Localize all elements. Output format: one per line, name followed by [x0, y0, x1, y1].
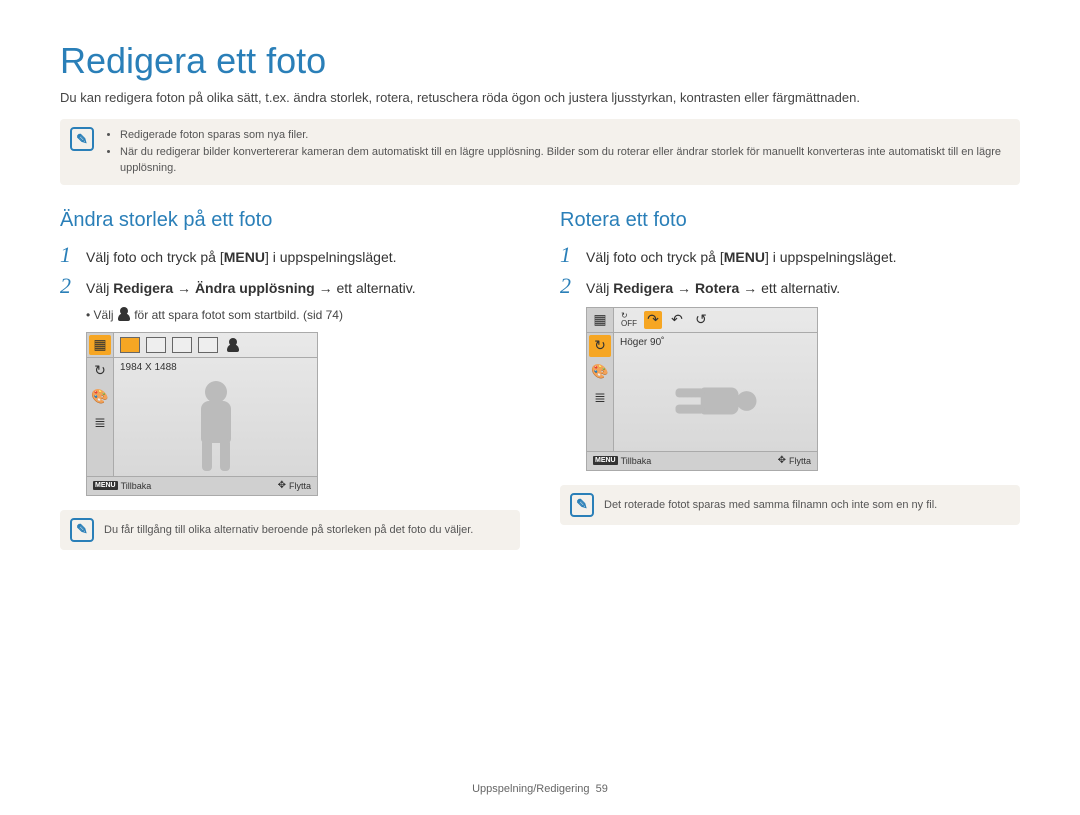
page-title: Redigera ett foto — [60, 40, 1020, 82]
move-label: Flytta — [289, 481, 311, 491]
step-bold: Rotera — [695, 280, 739, 296]
side-tab-color-icon: 🎨 — [589, 361, 611, 383]
section-heading-resize: Ändra storlek på ett foto — [60, 209, 520, 232]
step-text: Välj foto och tryck på [ — [586, 249, 724, 265]
step-bold: Redigera — [113, 280, 173, 296]
step-number: 1 — [560, 244, 578, 266]
step-arrow: → — [673, 280, 695, 296]
top-note-box: ✎ Redigerade foton sparas som nya filer.… — [60, 119, 1020, 185]
substep: Välj för att spara fotot som startbild. … — [86, 307, 520, 322]
camera-screen-resize: ▦ ↻ 🎨 ≣ — [86, 332, 318, 496]
move-label: Flytta — [789, 456, 811, 466]
bottom-note-resize: ✎ Du får tillgång till olika alternativ … — [60, 510, 520, 550]
step-bold: Redigera — [613, 280, 673, 296]
side-tab-color-icon: 🎨 — [89, 386, 111, 408]
thumbnail-option — [120, 337, 140, 353]
step-number: 1 — [60, 244, 78, 266]
rotate-left-icon: ↶ — [668, 311, 686, 329]
silhouette-rotated-icon — [675, 374, 756, 428]
side-tab-resize-icon: ▦ — [89, 335, 111, 355]
rotation-label: Höger 90˚ — [614, 333, 817, 352]
top-note-list: Redigerade foton sparas som nya filer. N… — [104, 127, 1010, 177]
note-text: Du får tillgång till olika alternativ be… — [104, 524, 473, 536]
top-note-item: Redigerade foton sparas som nya filer. — [120, 127, 1010, 144]
substep-text: för att spara fotot som startbild. (sid … — [131, 308, 343, 322]
step-2: 2 Välj Redigera → Rotera → ett alternati… — [560, 275, 1020, 299]
step-text: → ett alternativ. — [315, 280, 416, 296]
resolution-label: 1984 X 1488 — [114, 358, 317, 377]
menu-badge-icon: MENU — [93, 481, 118, 490]
thumbnail-option — [172, 337, 192, 353]
footer-page-number: 59 — [596, 783, 608, 795]
resolution-toolbar — [114, 333, 317, 357]
step-text: ] i uppspelningsläget. — [265, 249, 397, 265]
step-number: 2 — [560, 275, 578, 297]
side-tab-adjust-icon: ≣ — [589, 387, 611, 409]
rotate-right-icon: ↷ — [644, 311, 662, 329]
note-text: Det roterade fotot sparas med samma filn… — [604, 499, 937, 511]
step-arrow: → — [173, 280, 195, 296]
person-icon — [226, 338, 240, 352]
move-icon: ✥ — [278, 480, 286, 491]
note-icon: ✎ — [70, 518, 94, 542]
silhouette-icon — [186, 381, 246, 471]
column-rotate: Rotera ett foto 1 Välj foto och tryck på… — [560, 209, 1020, 550]
step-text: Välj — [586, 280, 613, 296]
menu-key: MENU — [224, 249, 265, 265]
preview-area — [614, 352, 817, 451]
step-text: → ett alternativ. — [739, 280, 840, 296]
person-icon — [117, 307, 131, 321]
side-tab-resize-icon: ▦ — [589, 310, 611, 330]
thumbnail-option — [146, 337, 166, 353]
page-intro: Du kan redigera foton på olika sätt, t.e… — [60, 90, 1020, 105]
move-icon: ✥ — [778, 455, 786, 466]
rotate-off-icon: ↻OFF — [620, 311, 638, 329]
step-2: 2 Välj Redigera → Ändra upplösning → ett… — [60, 275, 520, 299]
note-icon: ✎ — [70, 127, 94, 151]
back-label: Tillbaka — [621, 456, 652, 466]
step-text: Välj — [86, 280, 113, 296]
rotate-180-icon: ↺ — [692, 311, 710, 329]
preview-area — [114, 377, 317, 476]
top-note-item: När du redigerar bilder konvertererar ka… — [120, 144, 1010, 177]
section-heading-rotate: Rotera ett foto — [560, 209, 1020, 232]
side-tab-rotate-icon: ↻ — [89, 360, 111, 382]
menu-key: MENU — [724, 249, 765, 265]
substep-text: Välj — [94, 308, 117, 322]
back-label: Tillbaka — [121, 481, 152, 491]
rotate-toolbar: ↻OFF ↷ ↶ ↺ — [614, 308, 817, 332]
thumbnail-option — [198, 337, 218, 353]
step-1: 1 Välj foto och tryck på [MENU] i uppspe… — [560, 244, 1020, 268]
step-1: 1 Välj foto och tryck på [MENU] i uppspe… — [60, 244, 520, 268]
side-tab-rotate-icon: ↻ — [589, 335, 611, 357]
page-footer: Uppspelning/Redigering 59 — [0, 783, 1080, 795]
menu-badge-icon: MENU — [593, 456, 618, 465]
footer-section: Uppspelning/Redigering — [472, 783, 589, 795]
step-bold: Ändra upplösning — [195, 280, 315, 296]
step-number: 2 — [60, 275, 78, 297]
step-text: ] i uppspelningsläget. — [765, 249, 897, 265]
camera-screen-rotate: ▦ ↻OFF ↷ ↶ ↺ ↻ 🎨 ≣ — [586, 307, 818, 471]
column-resize: Ändra storlek på ett foto 1 Välj foto oc… — [60, 209, 520, 550]
note-icon: ✎ — [570, 493, 594, 517]
bottom-note-rotate: ✎ Det roterade fotot sparas med samma fi… — [560, 485, 1020, 525]
step-text: Välj foto och tryck på [ — [86, 249, 224, 265]
side-tab-adjust-icon: ≣ — [89, 412, 111, 434]
